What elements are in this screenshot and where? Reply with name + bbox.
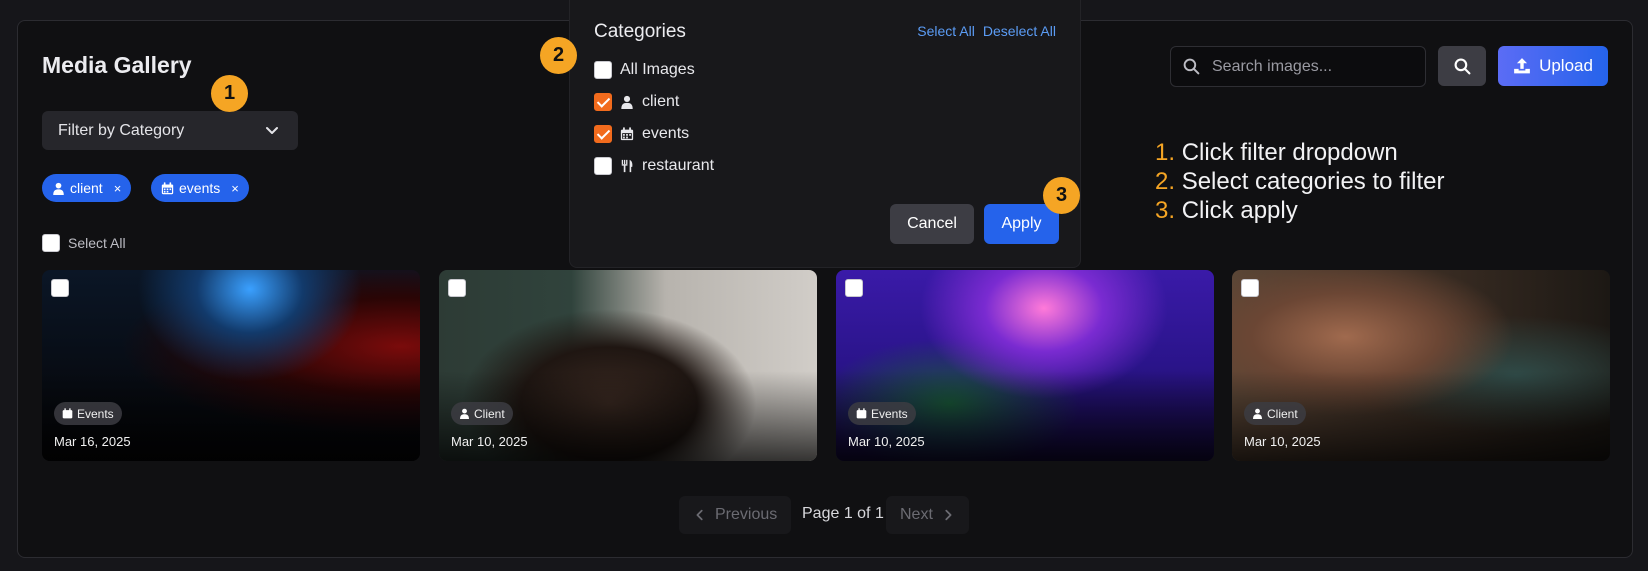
page-title: Media Gallery (42, 52, 192, 78)
search-button[interactable] (1438, 46, 1486, 86)
category-option-client[interactable]: client (594, 93, 679, 111)
calendar-icon (161, 181, 174, 194)
search-icon (1454, 58, 1470, 74)
instructions: 1. Click filter dropdown 2. Select categ… (1155, 138, 1444, 225)
category-option-all-images[interactable]: All Images (594, 61, 695, 79)
step-badge-1: 1 (211, 75, 248, 112)
search-icon (1183, 58, 1200, 75)
category-checkbox[interactable] (594, 61, 612, 79)
page-info: Page 1 of 1 (802, 505, 884, 522)
select-all-link[interactable]: Select All (917, 23, 975, 39)
select-all-label: Select All (68, 235, 126, 251)
user-icon (1253, 408, 1262, 419)
calendar-icon (856, 408, 867, 419)
chip-label: client (70, 180, 103, 196)
remove-chip-button[interactable]: × (114, 181, 122, 196)
filter-label: Filter by Category (58, 121, 185, 139)
card-tag-label: Events (871, 406, 908, 421)
card-date: Mar 16, 2025 (54, 434, 131, 449)
card-tag-label: Events (77, 406, 114, 421)
instruction-number: 3. (1155, 197, 1176, 224)
card-tag: Events (54, 402, 122, 425)
instruction-text: Click apply (1181, 197, 1298, 224)
category-option-restaurant[interactable]: restaurant (594, 157, 714, 175)
chip-label: events (179, 180, 221, 196)
category-label: events (642, 125, 690, 142)
remove-chip-button[interactable]: × (231, 181, 239, 196)
category-label: client (642, 93, 680, 110)
media-card[interactable]: Client Mar 10, 2025 (1232, 270, 1610, 461)
instruction-text: Select categories to filter (1181, 168, 1445, 195)
media-card[interactable]: Client Mar 10, 2025 (439, 270, 817, 461)
instruction-line: 2. Select categories to filter (1155, 167, 1444, 196)
card-checkbox[interactable] (845, 279, 863, 297)
previous-label: Previous (715, 506, 778, 523)
upload-label: Upload (1539, 56, 1593, 75)
step-badge-2: 2 (540, 37, 577, 74)
select-all-checkbox[interactable] (42, 234, 60, 252)
instruction-text: Click filter dropdown (1181, 139, 1398, 166)
calendar-icon (620, 127, 634, 141)
category-checkbox[interactable] (594, 93, 612, 111)
chip-events: events × (151, 174, 249, 202)
upload-icon (1514, 58, 1530, 74)
categories-dropdown: Categories Select All Deselect All All I… (569, 0, 1081, 268)
calendar-icon (62, 408, 73, 419)
media-card[interactable]: Events Mar 10, 2025 (836, 270, 1214, 461)
deselect-all-link[interactable]: Deselect All (983, 23, 1056, 39)
previous-button[interactable]: Previous (679, 496, 792, 534)
user-icon (460, 408, 469, 419)
user-icon (621, 95, 633, 109)
step-badge-3: 3 (1043, 177, 1080, 214)
next-label: Next (900, 506, 933, 523)
next-button[interactable]: Next (886, 496, 969, 534)
select-all-row: Select All (42, 234, 126, 252)
category-checkbox[interactable] (594, 157, 612, 175)
media-card[interactable]: Events Mar 16, 2025 (42, 270, 420, 461)
category-option-events[interactable]: events (594, 125, 689, 143)
instruction-number: 2. (1155, 168, 1176, 195)
filter-by-category-dropdown[interactable]: Filter by Category (42, 111, 298, 150)
card-tag: Client (1244, 402, 1306, 425)
category-label: All Images (620, 61, 695, 78)
card-date: Mar 10, 2025 (848, 434, 925, 449)
cancel-button[interactable]: Cancel (890, 204, 974, 244)
card-tag-label: Client (474, 406, 505, 421)
card-tag: Client (451, 402, 513, 425)
dropdown-links: Select All Deselect All (917, 23, 1056, 39)
card-checkbox[interactable] (51, 279, 69, 297)
utensils-icon (621, 159, 633, 173)
search-box (1170, 46, 1426, 87)
pagination: Previous Page 1 of 1 Next (0, 496, 1648, 534)
card-tag: Events (848, 402, 916, 425)
card-date: Mar 10, 2025 (1244, 434, 1321, 449)
category-checkbox[interactable] (594, 125, 612, 143)
instruction-line: 3. Click apply (1155, 196, 1444, 225)
apply-button[interactable]: Apply (984, 204, 1059, 244)
chip-client: client × (42, 174, 132, 202)
card-checkbox[interactable] (1241, 279, 1259, 297)
card-checkbox[interactable] (448, 279, 466, 297)
search-input[interactable] (1212, 57, 1412, 76)
user-icon (53, 182, 64, 195)
instruction-line: 1. Click filter dropdown (1155, 138, 1444, 167)
chevron-right-icon (945, 509, 952, 521)
card-tag-label: Client (1267, 406, 1298, 421)
upload-button[interactable]: Upload (1498, 46, 1608, 86)
category-label: restaurant (642, 157, 715, 174)
chevron-down-icon (266, 127, 278, 134)
chevron-left-icon (696, 509, 703, 521)
card-date: Mar 10, 2025 (451, 434, 528, 449)
dropdown-title: Categories (594, 21, 686, 42)
instruction-number: 1. (1155, 139, 1176, 166)
